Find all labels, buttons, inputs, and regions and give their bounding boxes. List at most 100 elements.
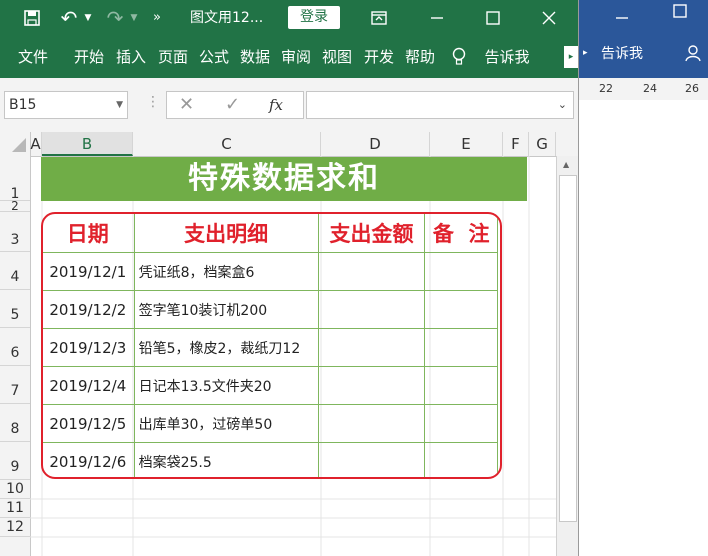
word-tell-me[interactable]: 告诉我	[601, 36, 643, 72]
undo-icon[interactable]: ↶	[56, 0, 82, 36]
word-minimize-icon[interactable]	[615, 0, 629, 38]
tab-file[interactable]: 文件	[10, 36, 56, 78]
word-ribbon: ▸ 告诉我	[579, 36, 708, 78]
amount-cell[interactable]	[317, 328, 426, 367]
header-detail[interactable]: 支出明细	[133, 214, 319, 253]
minimize-icon[interactable]	[424, 0, 450, 38]
amount-cell[interactable]	[317, 404, 426, 443]
table-row: 2019/12/1 凭证纸8，档案盒6	[43, 252, 498, 291]
note-cell[interactable]	[424, 442, 498, 477]
date-cell[interactable]: 2019/12/2	[43, 290, 135, 329]
tell-me-search[interactable]: 告诉我	[476, 36, 538, 78]
scrollbar-thumb[interactable]	[559, 175, 577, 522]
column-header-b[interactable]: B	[42, 132, 133, 156]
tab-help[interactable]: 帮助	[402, 36, 438, 78]
row-header-1[interactable]: 1	[0, 156, 30, 202]
enter-icon[interactable]: ✓	[225, 92, 240, 118]
row-header-6[interactable]: 6	[0, 328, 30, 366]
close-icon[interactable]	[536, 0, 562, 38]
date-cell[interactable]: 2019/12/4	[43, 366, 135, 405]
expense-table: 日期 支出明细 支出金额 备 注 2019/12/1 凭证纸8，档案盒6 201…	[41, 212, 502, 479]
note-cell[interactable]	[424, 290, 498, 329]
expand-formula-bar-icon[interactable]: ⌄	[558, 92, 567, 118]
formula-input[interactable]: ⌄	[306, 91, 574, 119]
header-date[interactable]: 日期	[43, 214, 135, 253]
row-header-12[interactable]: 12	[0, 518, 30, 537]
tab-formulas[interactable]: 公式	[196, 36, 232, 78]
table-row: 2019/12/3 铅笔5，橡皮2，裁纸刀12	[43, 328, 498, 367]
amount-cell[interactable]	[317, 442, 426, 477]
tab-developer[interactable]: 开发	[360, 36, 398, 78]
detail-cell[interactable]: 铅笔5，橡皮2，裁纸刀12	[133, 328, 319, 367]
row-header-9[interactable]: 9	[0, 442, 30, 480]
row-header-3[interactable]: 3	[0, 212, 30, 252]
name-box-dropdown-icon[interactable]: ▼	[116, 92, 123, 118]
table-row: 2019/12/6 档案袋25.5	[43, 442, 498, 477]
table-header-row: 日期 支出明细 支出金额 备 注	[43, 214, 498, 253]
amount-cell[interactable]	[317, 252, 426, 291]
login-button[interactable]: 登录	[288, 6, 340, 29]
column-header-d[interactable]: D	[321, 132, 430, 156]
detail-cell[interactable]: 日记本13.5文件夹20	[133, 366, 319, 405]
redo-dropdown-icon[interactable]: ▼	[128, 0, 140, 36]
note-cell[interactable]	[424, 252, 498, 291]
formula-bar-splitter-icon[interactable]: ⋮	[146, 94, 160, 110]
row-header-5[interactable]: 5	[0, 290, 30, 328]
amount-cell[interactable]	[317, 290, 426, 329]
row-header-8[interactable]: 8	[0, 404, 30, 442]
column-headers: A B C D E F G	[0, 132, 578, 157]
date-cell[interactable]: 2019/12/6	[43, 442, 135, 477]
tab-page-layout[interactable]: 页面	[152, 36, 194, 78]
save-icon[interactable]	[20, 0, 44, 39]
note-cell[interactable]	[424, 328, 498, 367]
select-all-corner[interactable]	[0, 132, 31, 156]
column-header-a[interactable]: A	[30, 132, 42, 156]
tab-view[interactable]: 视图	[318, 36, 356, 78]
name-box-value: B15	[9, 97, 37, 113]
word-share-icon[interactable]	[685, 44, 703, 66]
detail-cell[interactable]: 签字笔10装订机200	[133, 290, 319, 329]
row-header-10[interactable]: 10	[0, 480, 30, 499]
scroll-up-icon[interactable]: ▲	[563, 160, 569, 169]
row-header-4[interactable]: 4	[0, 252, 30, 290]
date-cell[interactable]: 2019/12/1	[43, 252, 135, 291]
row-header-7[interactable]: 7	[0, 366, 30, 404]
date-cell[interactable]: 2019/12/5	[43, 404, 135, 443]
cancel-icon[interactable]: ✕	[179, 92, 194, 118]
maximize-icon[interactable]	[480, 0, 506, 38]
header-amount[interactable]: 支出金额	[317, 214, 426, 253]
row-header-2[interactable]: 2	[0, 200, 30, 212]
column-header-g[interactable]: G	[529, 132, 556, 156]
word-ribbon-scroll-icon[interactable]: ▸	[583, 48, 588, 58]
lightbulb-icon[interactable]	[448, 36, 470, 78]
table-row: 2019/12/2 签字笔10装订机200	[43, 290, 498, 329]
detail-cell[interactable]: 凭证纸8，档案盒6	[133, 252, 319, 291]
word-restore-icon[interactable]	[673, 0, 687, 22]
undo-dropdown-icon[interactable]: ▼	[82, 0, 94, 36]
ribbon-display-options-icon[interactable]	[366, 0, 392, 38]
more-commands-icon[interactable]: »	[148, 0, 166, 36]
tab-home[interactable]: 开始	[68, 36, 110, 78]
note-cell[interactable]	[424, 366, 498, 405]
ribbon-scroll-right-icon[interactable]: ▸	[564, 46, 578, 68]
column-header-f[interactable]: F	[503, 132, 529, 156]
row-header-11[interactable]: 11	[0, 499, 30, 518]
sheet-banner-title[interactable]: 特殊数据求和	[41, 157, 527, 201]
note-cell[interactable]	[424, 404, 498, 443]
name-box[interactable]: B15 ▼	[4, 91, 128, 119]
tab-data[interactable]: 数据	[236, 36, 274, 78]
header-note[interactable]: 备 注	[424, 214, 498, 253]
detail-cell[interactable]: 档案袋25.5	[133, 442, 319, 477]
column-header-c[interactable]: C	[133, 132, 321, 156]
word-title-bar	[579, 0, 708, 36]
tab-review[interactable]: 审阅	[278, 36, 314, 78]
tab-insert[interactable]: 插入	[112, 36, 150, 78]
detail-cell[interactable]: 出库单30，过磅单50	[133, 404, 319, 443]
date-cell[interactable]: 2019/12/3	[43, 328, 135, 367]
title-bar: ↶ ▼ ↷ ▼ » 图文用12... 登录	[0, 0, 578, 36]
column-header-e[interactable]: E	[430, 132, 503, 156]
redo-icon[interactable]: ↷	[102, 0, 128, 36]
insert-function-icon[interactable]: fx	[269, 92, 283, 118]
amount-cell[interactable]	[317, 366, 426, 405]
table-row: 2019/12/4 日记本13.5文件夹20	[43, 366, 498, 405]
